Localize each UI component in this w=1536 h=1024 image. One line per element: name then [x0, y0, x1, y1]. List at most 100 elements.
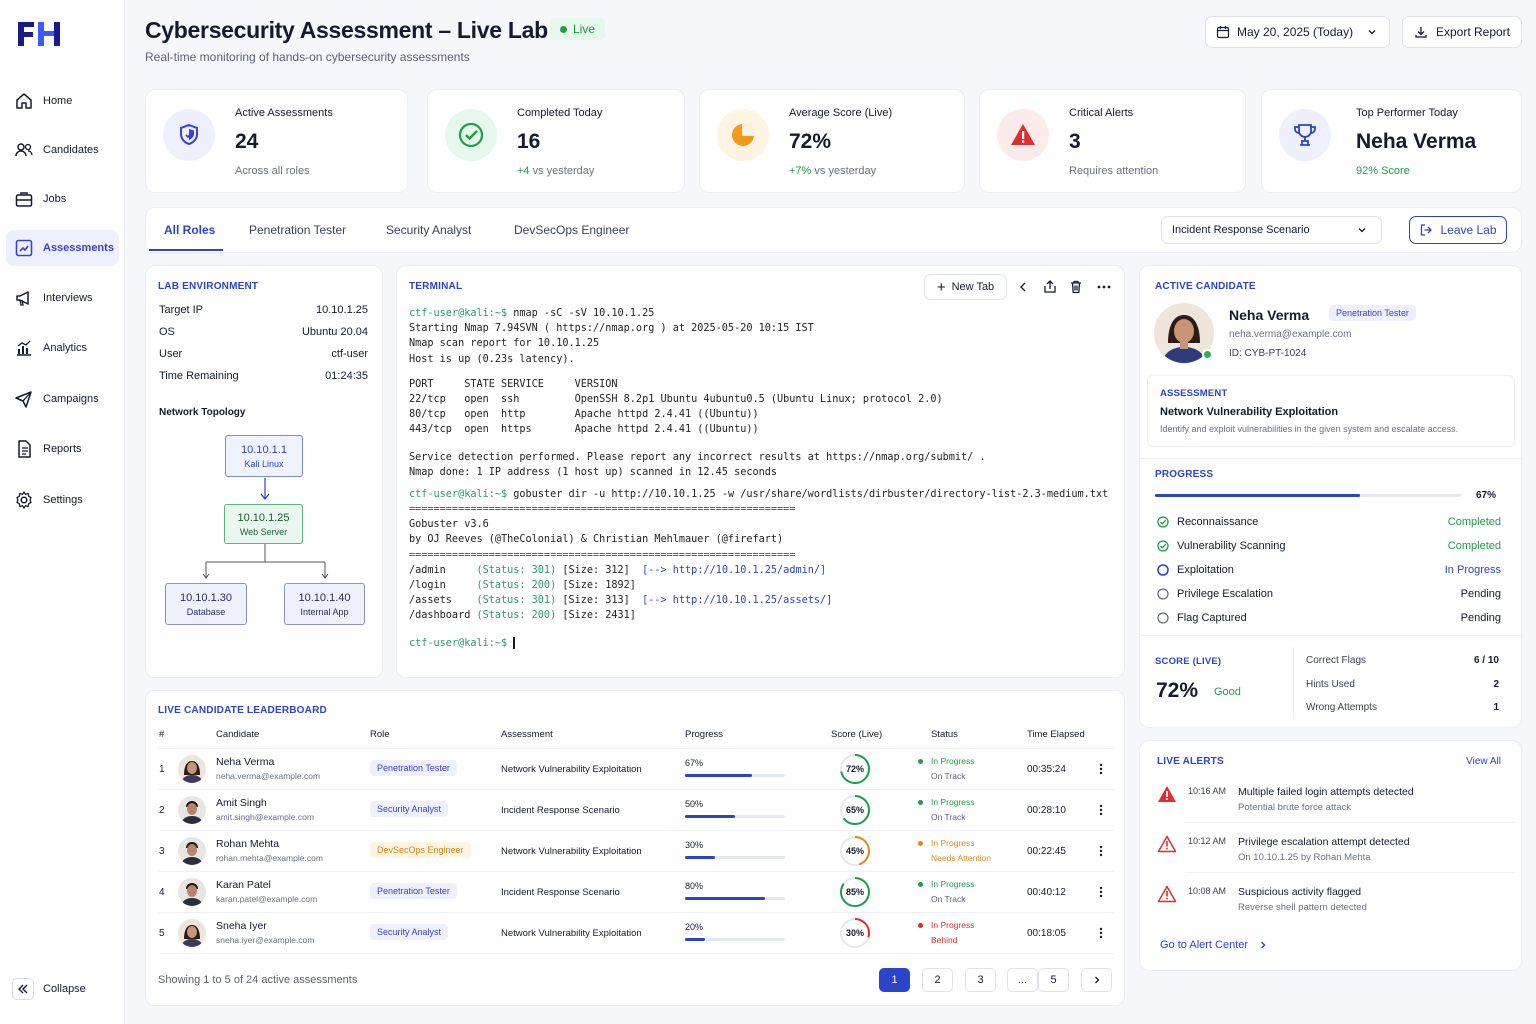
- topology-node-database[interactable]: 10.10.1.30 Database: [165, 583, 247, 625]
- page-button-2[interactable]: 2: [922, 968, 953, 992]
- collapse-button[interactable]: Collapse: [12, 978, 86, 1000]
- nav-label: Candidates: [43, 144, 99, 156]
- terminal-line: Host is up (0.23s latency).: [409, 353, 575, 365]
- nav-item-interviews[interactable]: Interviews: [6, 280, 119, 316]
- alert-description: On 10.10.1.25 by Rohan Mehta: [1238, 852, 1371, 863]
- brand-logo[interactable]: FH: [16, 20, 62, 53]
- col-score: Score (Live): [831, 729, 883, 740]
- alert-item[interactable]: 10:08 AM Suspicious activity flagged Rev…: [1157, 884, 1517, 926]
- row-progress-value: 67%: [685, 758, 704, 768]
- assessment-name: Network Vulnerability Exploitation: [1160, 406, 1339, 418]
- stat-sub: +4 vs yesterday: [517, 165, 594, 177]
- topology-node-web-server[interactable]: 10.10.1.25 Web Server: [224, 504, 303, 544]
- terminal-result-line: /admin (Status: 301) [Size: 312] [--> ht…: [409, 564, 827, 576]
- assessment-icon: [15, 239, 33, 257]
- nav-item-analytics[interactable]: Analytics: [6, 330, 119, 366]
- candidate-email: neha.verma@example.com: [1229, 329, 1352, 340]
- row-more-icon[interactable]: [1095, 844, 1107, 858]
- row-more-icon[interactable]: [1095, 885, 1107, 899]
- row-substatus: On Track: [931, 894, 966, 904]
- candidate-role-badge: Penetration Tester: [1329, 305, 1416, 321]
- more-icon[interactable]: [1096, 279, 1112, 295]
- stat-card-active-assessments: Active Assessments 24 Across all roles: [145, 89, 408, 193]
- alert-center-link[interactable]: Go to Alert Center: [1160, 939, 1268, 951]
- tab-security-analyst[interactable]: Security Analyst: [386, 223, 471, 237]
- row-score-value: 45%: [845, 846, 864, 856]
- terminal-output[interactable]: ctf-user@kali:~$ nmap -sC -sV 10.10.1.25…: [409, 306, 1108, 651]
- warning-alert-icon: [1157, 885, 1177, 903]
- terminal-input-line[interactable]: ctf-user@kali:~$: [409, 636, 1108, 651]
- nav-item-reports[interactable]: Reports: [6, 431, 119, 467]
- stat-delta: +4: [517, 165, 530, 177]
- topology-node-kali[interactable]: 10.10.1.1 Kali Linux: [225, 435, 303, 477]
- trash-icon[interactable]: [1068, 279, 1084, 295]
- nav-item-candidates[interactable]: Candidates: [6, 132, 119, 168]
- node-ip: 10.10.1.25: [237, 511, 290, 524]
- nav-item-assessments[interactable]: Assessments: [6, 230, 119, 266]
- row-score-value: 30%: [845, 928, 864, 938]
- nav-label: Reports: [43, 443, 82, 455]
- terminal-result-line: /assets (Status: 301) [Size: 313] [--> h…: [409, 595, 833, 607]
- row-candidate-email: sneha.iyer@example.com: [216, 935, 315, 945]
- nav-item-settings[interactable]: Settings: [6, 482, 119, 518]
- tab-penetration-tester[interactable]: Penetration Tester: [249, 223, 346, 237]
- alert-title: Privilege escalation attempt detected: [1238, 836, 1410, 848]
- table-row[interactable]: 1 Neha Verma neha.verma@example.com Pene…: [159, 749, 1114, 790]
- node-name: Web Server: [239, 526, 288, 537]
- page-button-1[interactable]: 1: [879, 968, 910, 992]
- nav-item-jobs[interactable]: Jobs: [6, 181, 119, 217]
- topology-node-internal-app[interactable]: 10.10.1.40 Internal App: [284, 583, 365, 625]
- row-candidate-name[interactable]: Rohan Mehta: [216, 838, 279, 850]
- share-icon[interactable]: [1042, 279, 1058, 295]
- row-more-icon[interactable]: [1095, 803, 1107, 817]
- row-candidate-name[interactable]: Sneha Iyer: [216, 920, 267, 932]
- plus-icon: +: [936, 278, 946, 296]
- new-tab-button[interactable]: + New Tab: [924, 274, 1007, 300]
- step-label: Flag Captured: [1177, 612, 1247, 624]
- row-more-icon[interactable]: [1095, 762, 1107, 776]
- scenario-select[interactable]: Incident Response Scenario: [1161, 216, 1382, 244]
- scenario-select-value: Incident Response Scenario: [1172, 224, 1310, 236]
- table-row[interactable]: 4 Karan Patel karan.patel@example.com Pe…: [159, 872, 1114, 913]
- nav-item-campaigns[interactable]: Campaigns: [6, 381, 119, 417]
- pending-step-icon: [1157, 588, 1169, 600]
- progress-title: PROGRESS: [1155, 469, 1214, 480]
- export-report-button[interactable]: Export Report: [1402, 16, 1522, 48]
- nav-item-home[interactable]: Home: [6, 83, 119, 119]
- terminal-command: nmap -sC -sV 10.10.1.25: [513, 308, 655, 319]
- row-role-badge: Security Analyst: [370, 801, 449, 817]
- row-assessment: Network Vulnerability Exploitation: [501, 928, 642, 939]
- tab-devsecops-engineer[interactable]: DevSecOps Engineer: [514, 223, 629, 237]
- users-icon: [15, 143, 33, 157]
- chevron-down-icon: [1368, 30, 1376, 35]
- row-candidate-name[interactable]: Neha Verma: [216, 756, 274, 768]
- step-status: In Progress: [1444, 564, 1501, 576]
- table-row[interactable]: 5 Sneha Iyer sneha.iyer@example.com Secu…: [159, 913, 1114, 954]
- page-button-5[interactable]: 5: [1038, 968, 1069, 992]
- alert-center-label: Go to Alert Center: [1160, 939, 1249, 951]
- leaderboard-footer: Showing 1 to 5 of 24 active assessments: [158, 974, 358, 986]
- alert-title: Multiple failed login attempts detected: [1238, 786, 1414, 798]
- table-row[interactable]: 3 Rohan Mehta rohan.mehta@example.com De…: [159, 831, 1114, 872]
- row-candidate-name[interactable]: Karan Patel: [216, 879, 271, 891]
- alert-item[interactable]: 10:16 AM Multiple failed login attempts …: [1157, 784, 1517, 826]
- col-role: Role: [370, 729, 390, 740]
- page-button-3[interactable]: 3: [965, 968, 996, 992]
- chevron-left-icon[interactable]: [1017, 280, 1029, 294]
- leave-lab-button[interactable]: Leave Lab: [1409, 216, 1507, 244]
- leave-lab-label: Leave Lab: [1440, 223, 1497, 237]
- row-score-ring: 45%: [839, 835, 871, 867]
- alert-item[interactable]: 10:12 AM Privilege escalation attempt de…: [1157, 834, 1517, 876]
- view-all-alerts-link[interactable]: View All: [1466, 756, 1501, 767]
- row-candidate-name[interactable]: Amit Singh: [216, 797, 267, 809]
- table-row[interactable]: 2 Amit Singh amit.singh@example.com Secu…: [159, 790, 1114, 831]
- next-page-button[interactable]: [1081, 968, 1112, 992]
- avatar: [178, 919, 206, 947]
- document-icon: [18, 440, 31, 458]
- stat-value: 24: [235, 130, 259, 153]
- row-more-icon[interactable]: [1095, 926, 1107, 940]
- active-tab-indicator: [149, 249, 223, 251]
- terminal-title: TERMINAL: [409, 281, 463, 292]
- date-picker[interactable]: May 20, 2025 (Today): [1205, 16, 1390, 48]
- tab-all-roles[interactable]: All Roles: [164, 223, 215, 237]
